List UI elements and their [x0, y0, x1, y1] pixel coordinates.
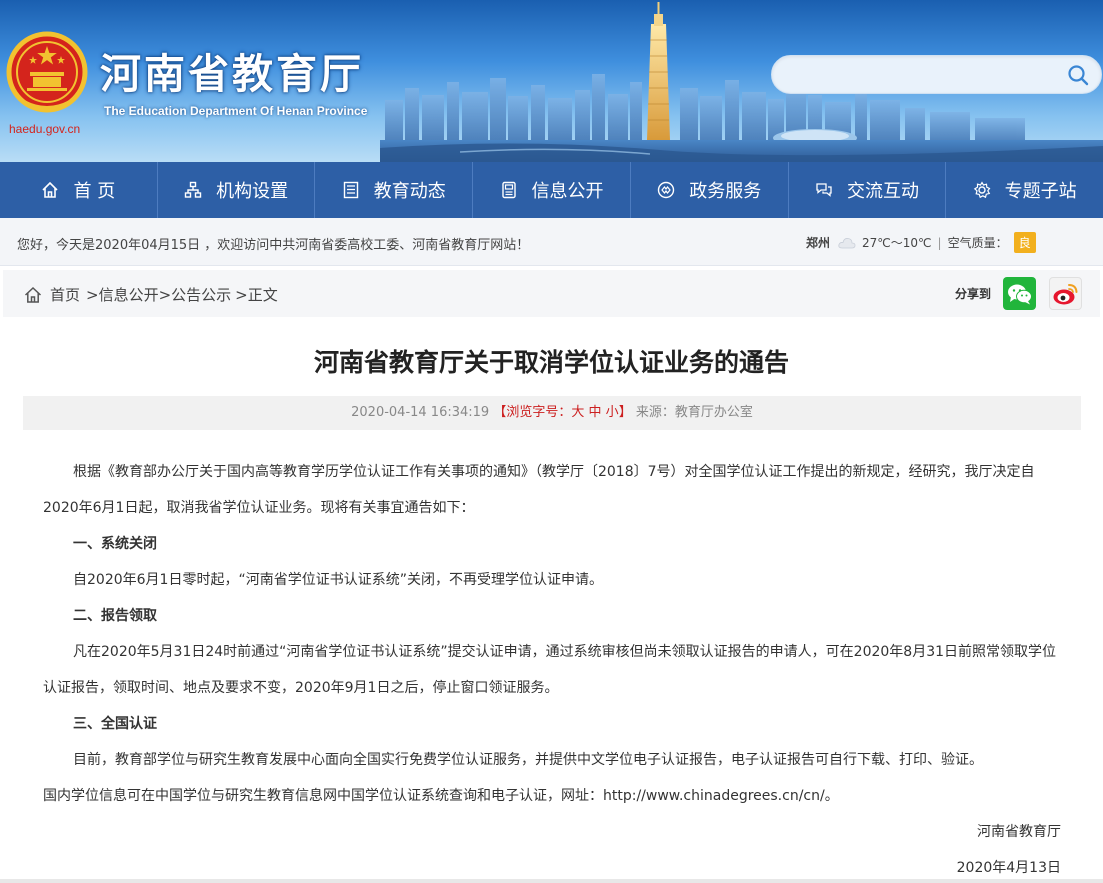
- national-emblem-logo: [6, 31, 88, 113]
- home-icon: [42, 181, 59, 198]
- nav-item-home[interactable]: 首 页: [0, 162, 158, 218]
- air-quality-badge: 良: [1013, 232, 1036, 253]
- site-title: 河南省教育厅: [100, 50, 364, 98]
- article-datetime: 2020-04-14 16:34:19: [351, 405, 490, 420]
- weather-temperature: 27℃～10℃: [862, 236, 932, 250]
- welcome-text: 您好，今天是2020年04月15日 ，欢迎访问中共河南省委高校工委、河南省教育厅…: [17, 238, 530, 253]
- weather-widget: 郑州 27℃～10℃ | 空气质量： 良: [806, 232, 1036, 253]
- wechat-icon: [1007, 284, 1032, 304]
- site-subtitle: The Education Department Of Henan Provin…: [104, 104, 368, 118]
- org-chart-icon: [184, 181, 202, 198]
- weibo-icon: [1053, 283, 1077, 304]
- section-heading: 三、全国认证: [73, 716, 157, 732]
- share-widget: 分享到: [955, 277, 1082, 310]
- breadcrumb-current: >正文: [235, 286, 278, 304]
- nav-item-news[interactable]: 教育动态: [315, 162, 474, 218]
- breadcrumb-bar: 首页 >信息公开 >公告公示 >正文 分享到: [3, 270, 1100, 317]
- breadcrumb: 首页 >信息公开 >公告公示 >正文: [24, 284, 278, 305]
- cloud-icon: [838, 237, 856, 248]
- article-title: 河南省教育厅关于取消学位认证业务的通告: [313, 348, 789, 377]
- nav-item-service[interactable]: 政务服务: [631, 162, 789, 218]
- search-icon[interactable]: [1067, 64, 1089, 86]
- gear-icon: [973, 181, 991, 199]
- news-icon: [343, 181, 358, 199]
- font-size-close: 】: [618, 405, 632, 420]
- site-url: haedu.gov.cn: [9, 122, 81, 136]
- nav-label: 首 页: [73, 181, 116, 202]
- paragraph: 凡在2020年5月31日24时前通过“河南省学位证书认证系统”提交认证申请，通过…: [43, 644, 1057, 696]
- signature: 河南省教育厅: [977, 824, 1061, 840]
- weather-city: 郑州: [806, 236, 831, 250]
- breadcrumb-notices[interactable]: >公告公示: [159, 284, 232, 305]
- share-wechat-button[interactable]: [1003, 277, 1036, 310]
- article-meta: 2020-04-14 16:34:19 【浏览字号：大 中 小】 来源：教育厅办…: [23, 396, 1081, 430]
- paragraph: 目前，教育部学位与研究生教育发展中心面向全国实行免费学位认证服务，并提供中文学位…: [73, 752, 983, 768]
- section-heading: 二、报告领取: [73, 608, 157, 624]
- nav-label: 专题子站: [1004, 181, 1077, 202]
- section-heading: 一、系统关闭: [73, 536, 157, 552]
- home-icon: [24, 286, 42, 303]
- search-input[interactable]: [788, 64, 1058, 86]
- font-size-small-button[interactable]: 小: [606, 405, 619, 420]
- nav-item-org[interactable]: 机构设置: [158, 162, 316, 218]
- font-size-large-button[interactable]: 大: [571, 405, 584, 420]
- paragraph: 根据《教育部办公厅关于国内高等教育学历学位认证工作有关事项的通知》（教学厅〔20…: [43, 464, 1035, 516]
- air-quality-label: 空气质量：: [947, 236, 1008, 250]
- nav-label: 交流互动: [846, 181, 919, 202]
- page-footer-strip: [0, 879, 1103, 883]
- nav-item-interaction[interactable]: 交流互动: [789, 162, 947, 218]
- welcome-bar: 您好，今天是2020年04月15日 ，欢迎访问中共河南省委高校工委、河南省教育厅…: [0, 218, 1103, 266]
- nav-item-info[interactable]: 信息公开: [473, 162, 631, 218]
- search-box: [771, 55, 1102, 94]
- service-icon: [658, 181, 675, 199]
- document-icon: [501, 181, 516, 199]
- divider: |: [937, 235, 942, 250]
- article-source: 来源：教育厅办公室: [635, 405, 753, 420]
- share-weibo-button[interactable]: [1049, 277, 1082, 310]
- paragraph: 国内学位信息可在中国学位与研究生教育信息网中国学位认证系统查询和电子认证，网址：…: [43, 788, 839, 804]
- font-size-control: 【浏览字号：大 中 小】: [493, 405, 631, 420]
- interaction-icon: [816, 183, 832, 197]
- article-body: 根据《教育部办公厅关于国内高等教育学历学位认证工作有关事项的通知》（教学厅〔20…: [43, 454, 1063, 883]
- breadcrumb-info[interactable]: >信息公开: [86, 284, 159, 305]
- nav-item-topics[interactable]: 专题子站: [946, 162, 1103, 218]
- font-size-medium-button[interactable]: 中: [589, 405, 602, 420]
- nav-label: 信息公开: [531, 181, 604, 202]
- nav-label: 政务服务: [689, 181, 762, 202]
- font-size-label: 【浏览字号：: [493, 405, 572, 420]
- nav-label: 机构设置: [216, 181, 289, 202]
- main-nav: 首 页 机构设置 教育动态 信息公开 政务服务 交流互动 专题子站: [0, 162, 1103, 218]
- site-header: haedu.gov.cn 河南省教育厅 The Education Depart…: [0, 0, 1103, 162]
- paragraph: 自2020年6月1日零时起，“河南省学位证书认证系统”关闭，不再受理学位认证申请…: [73, 572, 603, 588]
- breadcrumb-home[interactable]: 首页: [50, 284, 80, 305]
- nav-label: 教育动态: [373, 181, 446, 202]
- share-label: 分享到: [954, 287, 991, 301]
